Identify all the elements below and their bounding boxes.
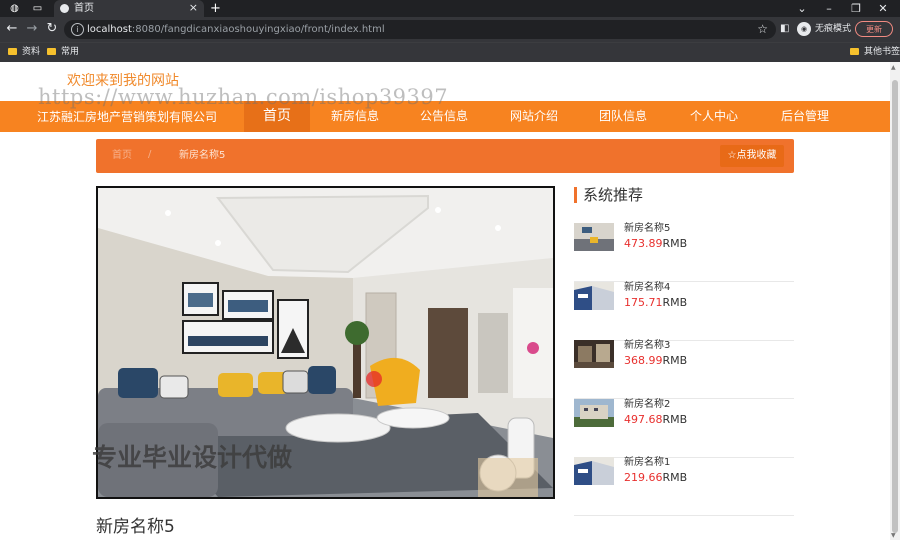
other-bookmarks[interactable]: 其他书签 (850, 46, 900, 59)
recommend-name[interactable]: 新房名称5 (624, 223, 670, 235)
recommend-thumbnail[interactable] (574, 399, 614, 427)
recommend-price: 175.71RMB (624, 296, 688, 309)
recommend-item[interactable]: 新房名称4 175.71RMB (574, 282, 794, 341)
browser-toolbar: ← → ↻ i localhost:8080/fangdicanxiaoshou… (0, 17, 900, 42)
nav-item-profile[interactable]: 个人中心 (690, 109, 738, 123)
browser-tab-strip: ◍ ▭ 首页 × + ⌄ – ❐ ✕ (0, 0, 900, 17)
bookmark-folder-ziliao[interactable]: 资料 (8, 46, 40, 59)
recommend-item[interactable]: 新房名称5 473.89RMB (574, 223, 794, 282)
recommend-name[interactable]: 新房名称2 (624, 399, 670, 411)
tab-close-icon[interactable]: × (189, 1, 198, 15)
incognito-icon[interactable]: ◉ (797, 22, 811, 36)
recommend-price: 473.89RMB (624, 237, 688, 250)
recommend-item[interactable]: 新房名称1 219.66RMB (574, 457, 794, 516)
address-bar[interactable]: i localhost:8080/fangdicanxiaoshouyingxi… (64, 20, 776, 39)
nav-item-about[interactable]: 网站介绍 (510, 109, 558, 123)
forward-button[interactable]: → (25, 21, 39, 37)
bookmark-star-icon[interactable]: ☆ (757, 21, 768, 37)
nav-item-team[interactable]: 团队信息 (599, 109, 647, 123)
nav-item-admin[interactable]: 后台管理 (781, 109, 829, 123)
reload-button[interactable]: ↻ (45, 21, 59, 37)
incognito-label: 无痕模式 (815, 24, 852, 34)
new-tab-button[interactable]: + (210, 2, 221, 15)
recommend-thumbnail[interactable] (574, 457, 614, 485)
recommend-thumbnail[interactable] (574, 340, 614, 368)
folder-icon (47, 48, 56, 55)
recommend-name[interactable]: 新房名称3 (624, 340, 670, 352)
browser-tab-active[interactable]: 首页 × (54, 0, 204, 17)
tab-overview-icon[interactable]: ▭ (32, 3, 43, 14)
nav-item-home[interactable]: 首页 (263, 108, 291, 124)
image-watermark: 专业毕业设计代做 (92, 443, 293, 472)
tab-favicon-icon (60, 4, 69, 13)
favorite-button[interactable]: ☆点我收藏 (720, 145, 784, 167)
company-name: 江苏融汇房地产营销策划有限公司 (37, 110, 218, 124)
recommend-thumbnail[interactable] (574, 223, 614, 251)
url-watermark: https://www.huzhan.com/ishop39397 (38, 85, 449, 109)
recommend-item[interactable]: 新房名称3 368.99RMB (574, 340, 794, 399)
tab-search-icon[interactable]: ⌄ (791, 0, 813, 17)
browser-app-icon[interactable]: ◍ (9, 3, 20, 14)
recommend-price: 368.99RMB (624, 354, 688, 367)
side-panel-icon[interactable]: ◧ (780, 22, 789, 36)
restore-button[interactable]: ❐ (845, 0, 867, 17)
minimize-button[interactable]: – (818, 0, 840, 17)
tab-title: 首页 (74, 3, 94, 14)
scrollbar-thumb[interactable] (892, 80, 898, 533)
mouse-cursor-highlight (366, 371, 382, 387)
back-button[interactable]: ← (5, 21, 19, 37)
scroll-down-arrow-icon[interactable]: ▼ (891, 532, 896, 540)
recommend-title: 系统推荐 (583, 186, 644, 204)
nav-item-announcements[interactable]: 公告信息 (420, 109, 468, 123)
close-window-button[interactable]: ✕ (872, 0, 894, 17)
address-url[interactable]: localhost:8080/fangdicanxiaoshouyingxiao… (87, 22, 385, 37)
breadcrumb-separator: / (148, 149, 152, 160)
scroll-up-arrow-icon[interactable]: ▲ (891, 64, 896, 72)
breadcrumb-current: 新房名称5 (179, 150, 226, 161)
nav-item-new-houses[interactable]: 新房信息 (331, 109, 379, 123)
recommend-price: 497.68RMB (624, 413, 688, 426)
recommend-name[interactable]: 新房名称4 (624, 282, 670, 294)
bookmarks-bar: 资料 常用 其他书签 (0, 42, 900, 62)
update-button[interactable]: 更新 (855, 21, 893, 37)
folder-icon (850, 48, 859, 55)
breadcrumb-home[interactable]: 首页 (112, 150, 132, 162)
recommend-thumbnail[interactable] (574, 282, 614, 310)
property-title: 新房名称5 (96, 517, 175, 537)
folder-icon (8, 48, 17, 55)
section-accent-bar (574, 187, 577, 203)
recommend-name[interactable]: 新房名称1 (624, 457, 670, 469)
site-info-icon[interactable]: i (71, 23, 84, 36)
recommend-price: 219.66RMB (624, 471, 688, 484)
recommend-item[interactable]: 新房名称2 497.68RMB (574, 399, 794, 458)
bookmark-folder-changyong[interactable]: 常用 (47, 46, 79, 59)
